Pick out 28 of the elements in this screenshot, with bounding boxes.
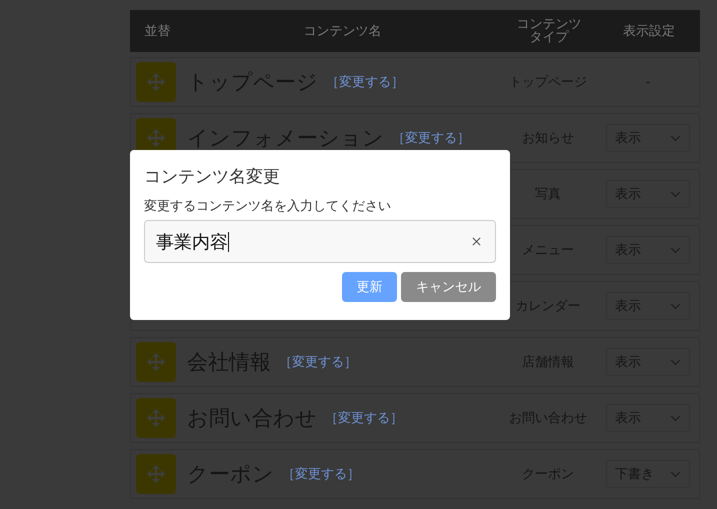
column-header: コンテンツ名 <box>304 24 382 38</box>
move-handle-icon[interactable] <box>136 342 176 382</box>
chevron-down-icon <box>670 190 681 198</box>
chevron-down-icon <box>670 358 681 366</box>
change-link[interactable]: ［変更する］ <box>282 465 360 483</box>
column-header: コンテンツタイプ <box>516 18 582 44</box>
change-link[interactable]: ［変更する］ <box>326 73 404 91</box>
chevron-down-icon <box>670 134 681 142</box>
clear-icon[interactable] <box>472 237 481 246</box>
move-handle-icon[interactable] <box>136 62 176 102</box>
chevron-down-icon <box>670 246 681 254</box>
name-input-field[interactable]: 事業内容 <box>144 220 496 263</box>
change-link[interactable]: ［変更する］ <box>325 409 403 427</box>
field-label: 変更するコンテンツ名を入力してください <box>144 199 392 215</box>
column-header: 並替 <box>144 24 170 38</box>
move-handle-icon[interactable] <box>136 398 176 438</box>
update-button[interactable]: 更新 <box>342 272 397 302</box>
move-handle-icon[interactable] <box>136 454 176 494</box>
chevron-down-icon <box>670 414 681 422</box>
chevron-down-icon <box>670 470 681 478</box>
cancel-button[interactable]: キャンセル <box>401 272 496 302</box>
display-setting: - <box>646 74 650 90</box>
change-link[interactable]: ［変更する］ <box>392 129 470 147</box>
change-link[interactable]: ［変更する］ <box>279 353 357 371</box>
text-cursor <box>228 232 229 252</box>
dialog-title: コンテンツ名変更 <box>144 166 281 188</box>
column-header: 表示設定 <box>623 24 675 38</box>
chevron-down-icon <box>670 302 681 310</box>
